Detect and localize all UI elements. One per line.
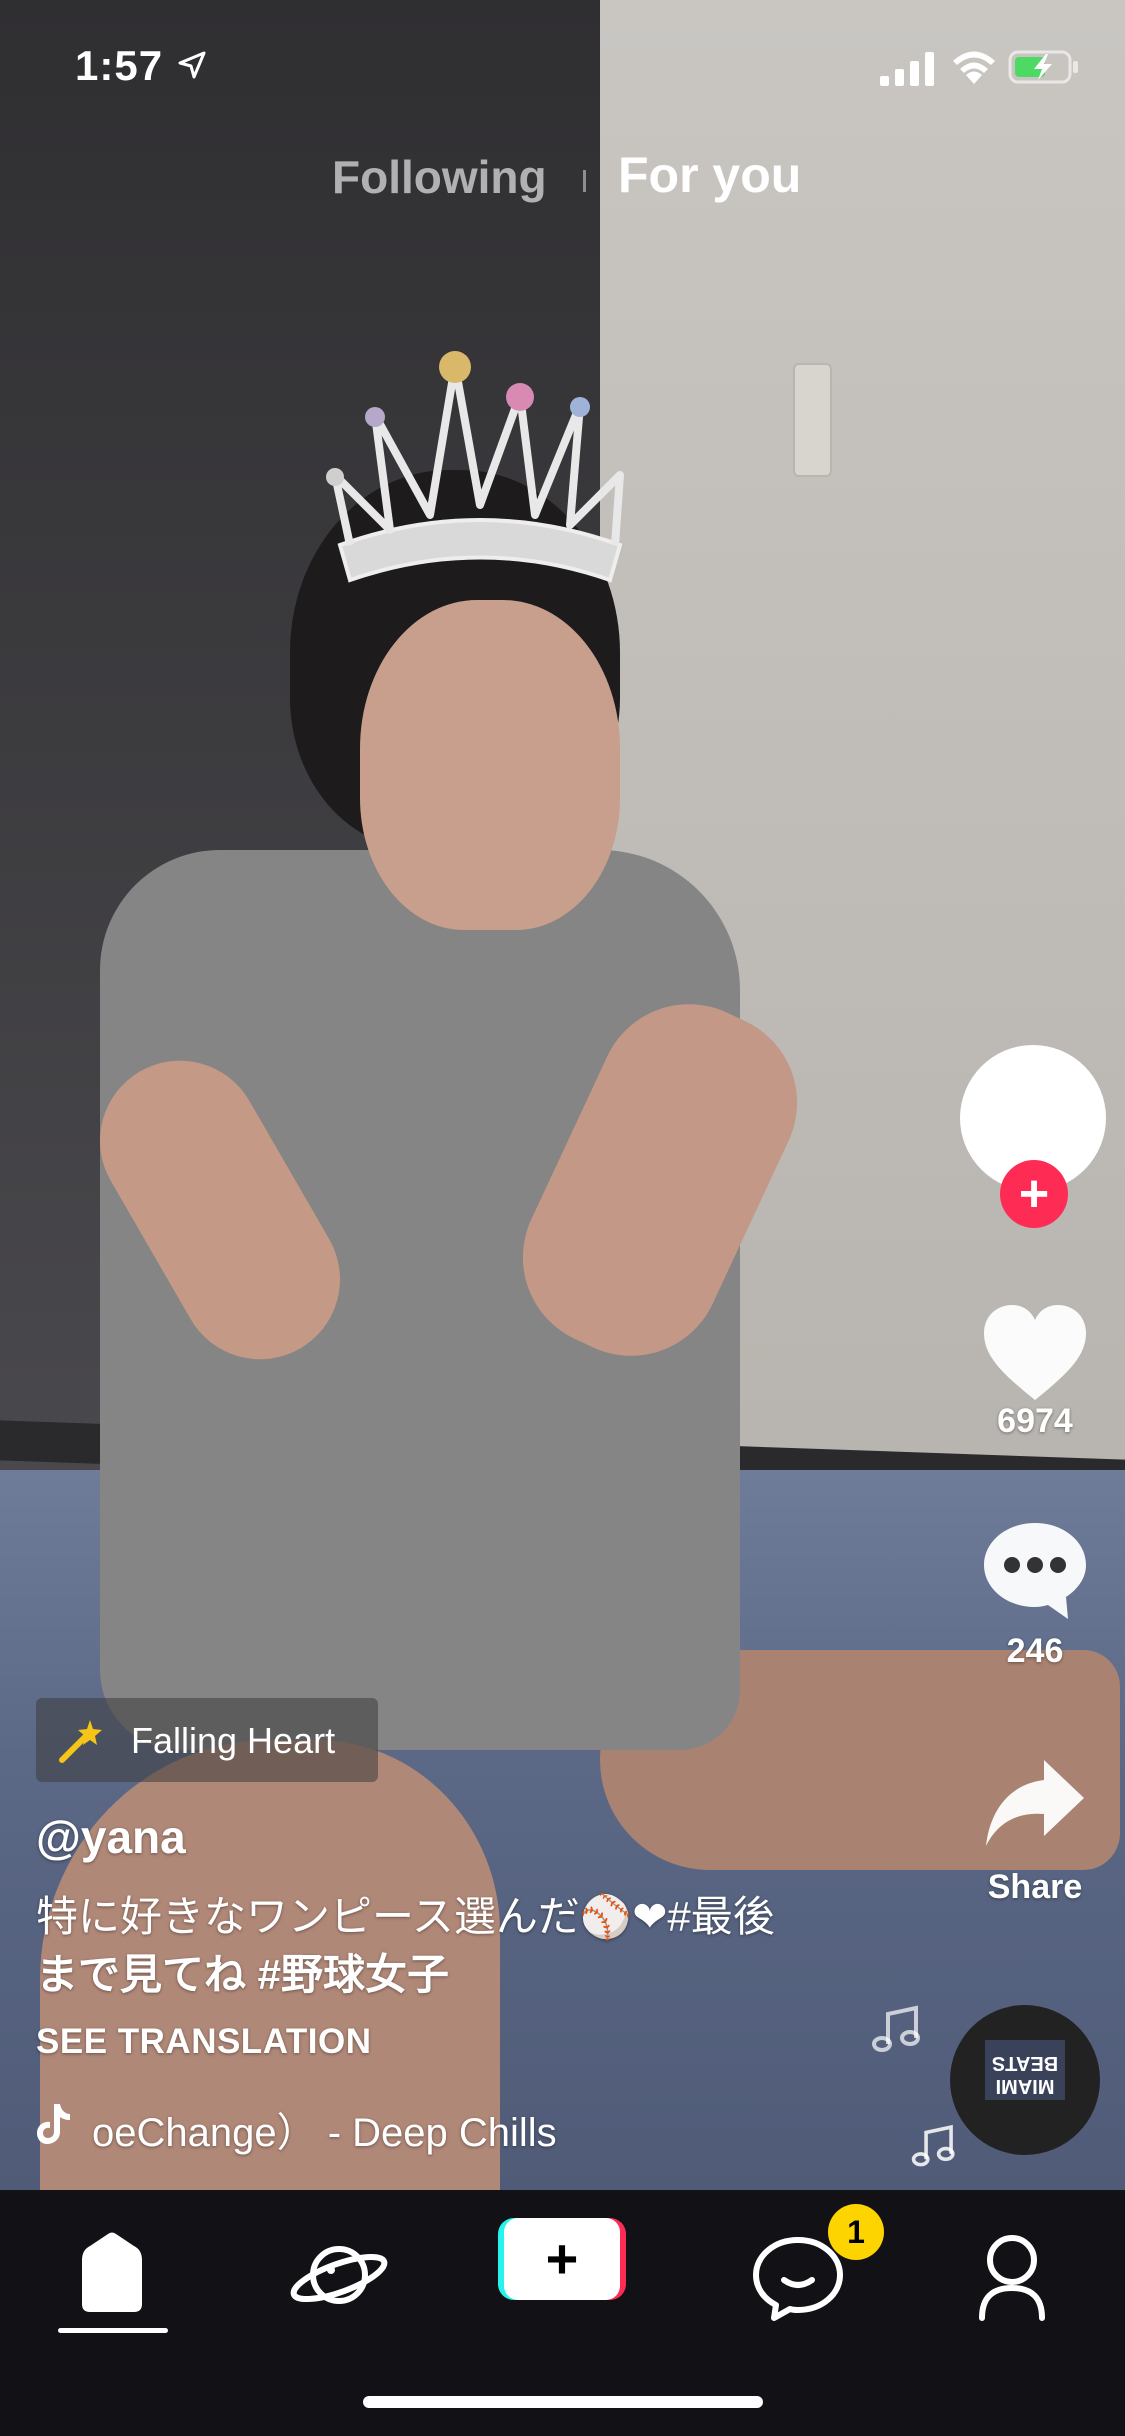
inbox-badge: 1 <box>828 2204 884 2260</box>
tiktok-feed-screen: 1:57 Following For you + 6974 246 Share … <box>0 0 1125 2436</box>
location-arrow-icon <box>178 51 206 79</box>
music-disc[interactable]: MIAMI BEATS <box>950 2005 1100 2155</box>
magic-wand-icon <box>59 1720 102 1763</box>
profile-icon[interactable] <box>952 2220 1072 2330</box>
effect-label: Falling Heart <box>131 1720 336 1761</box>
caption-line: 特に好きなワンピース選んだ⚾❤#最後 <box>36 1893 775 1940</box>
status-time: 1:57 <box>75 42 164 89</box>
home-indicator <box>363 2396 763 2408</box>
video-subject-hands <box>360 600 620 930</box>
tab-divider <box>583 170 586 192</box>
follow-button[interactable]: + <box>1000 1160 1068 1228</box>
battery-charging-icon <box>1008 50 1078 84</box>
sound-title: oeChange） - Deep Chills <box>92 2111 557 2155</box>
feed-tabs: Following For you <box>0 140 1125 220</box>
create-button[interactable]: + <box>498 2218 626 2300</box>
effect-chip[interactable]: Falling Heart <box>36 1698 378 1782</box>
home-tab-indicator <box>58 2328 168 2333</box>
creator-username[interactable]: @yana <box>36 1810 186 1864</box>
video-subject-crown <box>326 351 624 583</box>
tab-following[interactable]: Following <box>332 150 547 204</box>
floating-music-note-icon <box>911 2124 955 2167</box>
discover-planet-icon[interactable] <box>279 2220 399 2330</box>
share-arrow-icon[interactable] <box>980 1750 1090 1860</box>
floating-music-note-icon <box>872 2005 920 2052</box>
tiktok-note-icon <box>37 2104 70 2144</box>
home-icon[interactable] <box>52 2220 172 2330</box>
video-caption: 特に好きなワンピース選んだ⚾❤#最後 まで見てね #野球女子 <box>36 1888 856 2004</box>
music-disc-label: MIAMI BEATS <box>991 2052 1059 2097</box>
plus-icon: + <box>545 2227 579 2290</box>
comment-bubble-icon[interactable] <box>980 1515 1090 1625</box>
see-translation-button[interactable]: SEE TRANSLATION <box>36 2022 371 2062</box>
action-rail: + 6974 246 Share MIAMI BEATS <box>872 1040 1125 2190</box>
like-count: 6974 <box>997 1402 1073 1440</box>
comment-count: 246 <box>1006 1632 1064 1670</box>
status-bar: 1:57 <box>0 0 1125 130</box>
tab-for-you[interactable]: For you <box>618 146 801 204</box>
wifi-icon <box>953 51 995 84</box>
sound-row[interactable]: oeChange） - Deep Chills <box>36 2096 696 2155</box>
caption-line: まで見てね #野球女子 <box>36 1951 450 1998</box>
share-label: Share <box>987 1868 1083 1906</box>
cellular-signal-icon <box>880 52 934 86</box>
